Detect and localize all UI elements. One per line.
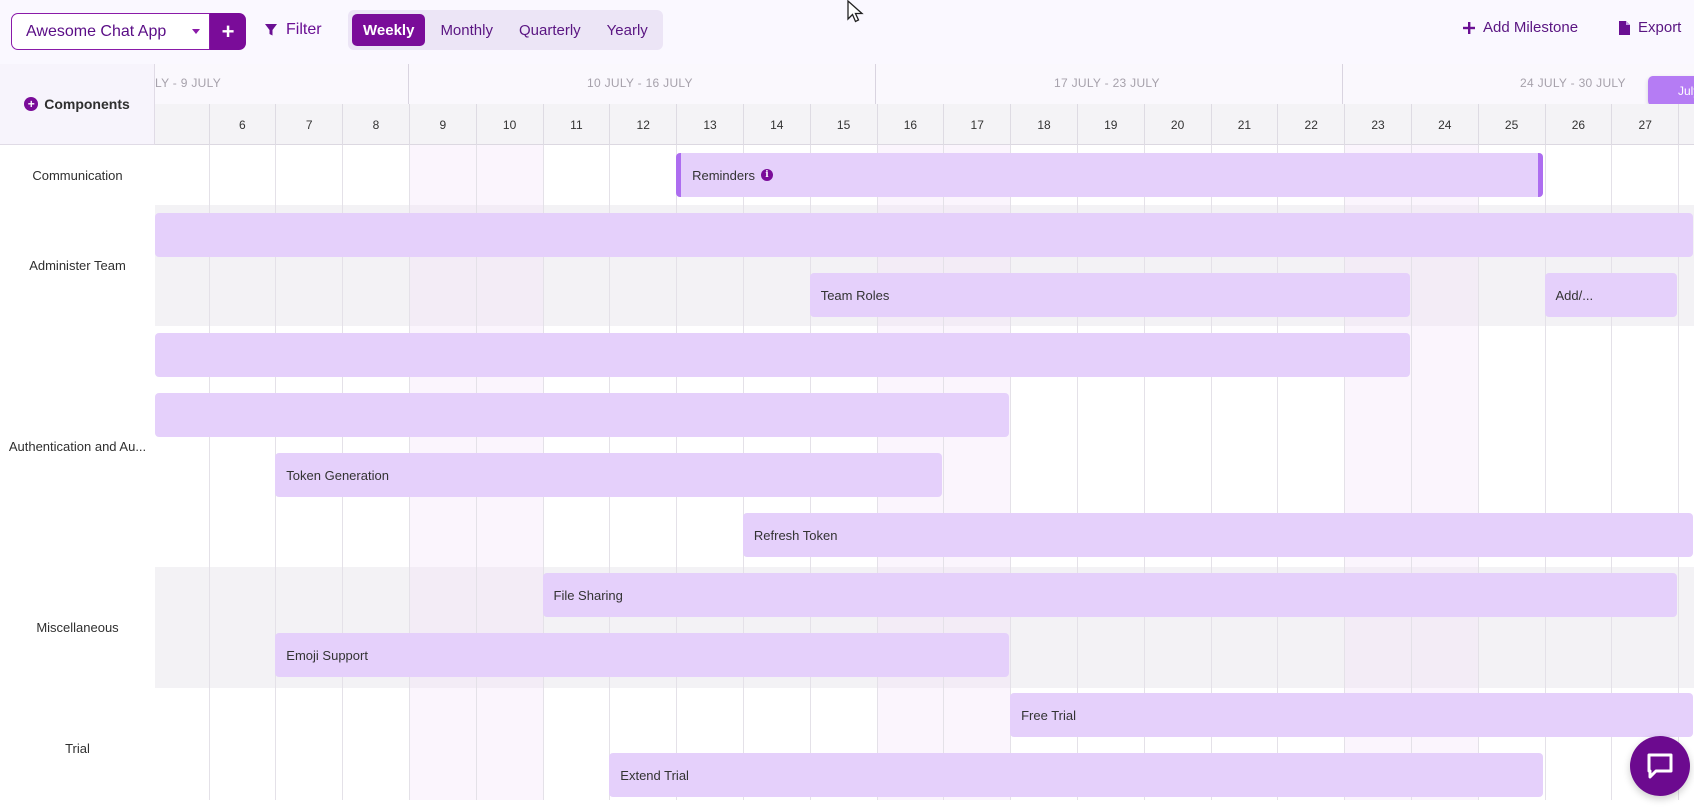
day-column-header: 20 [1143,104,1211,145]
week-label: 17 JULY - 23 JULY [1054,76,1160,90]
day-column-header: 7 [275,104,342,145]
component-name: Communication [32,167,123,183]
day-header-row: 6 7 8 9 10 11 12 13 14 15 16 17 18 19 20 21 22 23 24 25 26 27… [155,104,1694,145]
day-column-header: 24 [1410,104,1478,145]
component-row-label[interactable]: Communication [0,145,155,205]
task-label: Reminders [692,167,755,183]
day-column-header: 27 [1611,104,1678,145]
task-bar[interactable]: File Sharing [542,573,1678,617]
day-column-header: 17 [943,104,1010,145]
add-milestone-button[interactable]: Add Milestone [1463,19,1578,36]
component-row-label[interactable]: Authentication and Au... [0,326,155,567]
project-select[interactable]: Awesome Chat App [11,13,210,50]
timeline[interactable]: LY - 9 JULY 10 JULY - 16 JULY 17 JULY - … [155,64,1694,800]
week-label: 24 JULY - 30 JULY [1520,76,1626,90]
component-list: Communication Administer Team Authenticati… [0,145,155,800]
task-bar[interactable]: Token Generation [275,453,943,497]
task-bar[interactable] [155,333,1410,377]
day-column-header: 9 [408,104,476,145]
file-icon [1619,20,1630,35]
task-bar[interactable]: Team Roles [809,273,1410,317]
day-column-header: 18 [1010,104,1077,145]
day-column-header: 11 [542,104,610,145]
add-component-button[interactable]: + Components [0,64,155,145]
task-label: Extend Trial [620,767,689,783]
day-column-header: 13 [676,104,743,145]
week-divider [1342,64,1343,104]
chevron-down-icon [192,29,200,34]
day-column-header: 15 [809,104,877,145]
week-label: 10 JULY - 16 JULY [587,76,693,90]
add-project-button[interactable]: + [210,13,246,50]
day-column-header: 23 [1344,104,1411,145]
task-label: File Sharing [553,587,623,603]
mouse-cursor-icon [847,0,864,23]
day-column-header: 12 [609,104,676,145]
day-column-header: 8 [342,104,409,145]
week-divider [408,64,409,104]
day-column-header: 14 [742,104,810,145]
task-bar[interactable] [155,213,1693,257]
week-header-row: LY - 9 JULY 10 JULY - 16 JULY 17 JULY - … [155,64,1694,106]
task-label: Emoji Support [286,647,368,663]
day-column-header: 25 [1477,104,1545,145]
task-bar[interactable]: Add/... [1544,273,1678,317]
component-name: Administer Team [29,258,126,273]
day-column-header: 22 [1277,104,1344,145]
task-bar[interactable]: Reminders i [676,153,1544,197]
component-row-label[interactable]: Miscellaneous [0,567,155,688]
chat-support-button[interactable] [1630,736,1690,796]
task-label: Refresh Token [753,527,838,543]
task-bar[interactable]: Extend Trial [609,753,1544,797]
task-label: Free Trial [1021,707,1076,723]
component-row-label[interactable]: Administer Team [0,205,155,326]
component-name: Miscellaneous [36,620,119,635]
task-bar[interactable]: Emoji Support [275,633,1010,677]
top-toolbar: Awesome Chat App + Filter Weekly Monthly… [0,0,1694,64]
plus-icon [1463,21,1475,34]
plus-icon: + [221,18,235,44]
chat-icon [1647,753,1673,779]
tab-weekly[interactable]: Weekly [352,14,426,46]
day-column-header: 10 [475,104,543,145]
tab-yearly[interactable]: Yearly [596,14,659,46]
filter-label: Filter [286,21,322,38]
export-label: Export [1638,19,1682,36]
add-milestone-label: Add Milestone [1483,19,1579,36]
day-column-header: 6 [208,104,276,145]
filter-button[interactable]: Filter [264,17,322,43]
component-name: Trial [65,741,90,756]
component-name: Authentication and Au... [8,439,147,454]
day-column-header: 16 [876,104,944,145]
gantt-grid: Reminders i Team Roles Add/... Token Generat… [155,145,1694,800]
task-label: Token Generation [286,467,389,483]
components-header-label: Components [44,96,130,112]
task-bar[interactable] [155,393,1010,437]
day-column-header: 21 [1210,104,1278,145]
plus-circle-icon: + [24,97,39,111]
component-row-label[interactable]: Trial [0,688,155,809]
task-bar[interactable]: Free Trial [1010,693,1693,737]
task-label: Add/... [1555,287,1594,303]
tab-quarterly[interactable]: Quarterly [508,14,592,46]
task-label: Team Roles [820,287,890,303]
month-chip-label: July [1678,84,1694,98]
day-column-header: 19 [1076,104,1144,145]
week-label: LY - 9 JULY [155,76,221,90]
week-divider [875,64,876,104]
task-bar[interactable]: Refresh Token [742,513,1693,557]
month-chip[interactable]: July [1648,76,1694,106]
day-column-header: 26 [1544,104,1612,145]
filter-icon [265,24,277,36]
view-tabs: Weekly Monthly Quarterly Yearly [348,10,663,50]
export-button[interactable]: Export [1619,19,1681,36]
day-column-header: 28 [1678,104,1694,145]
info-icon[interactable]: i [760,169,773,181]
tab-monthly[interactable]: Monthly [429,14,504,46]
project-name: Awesome Chat App [26,22,167,40]
